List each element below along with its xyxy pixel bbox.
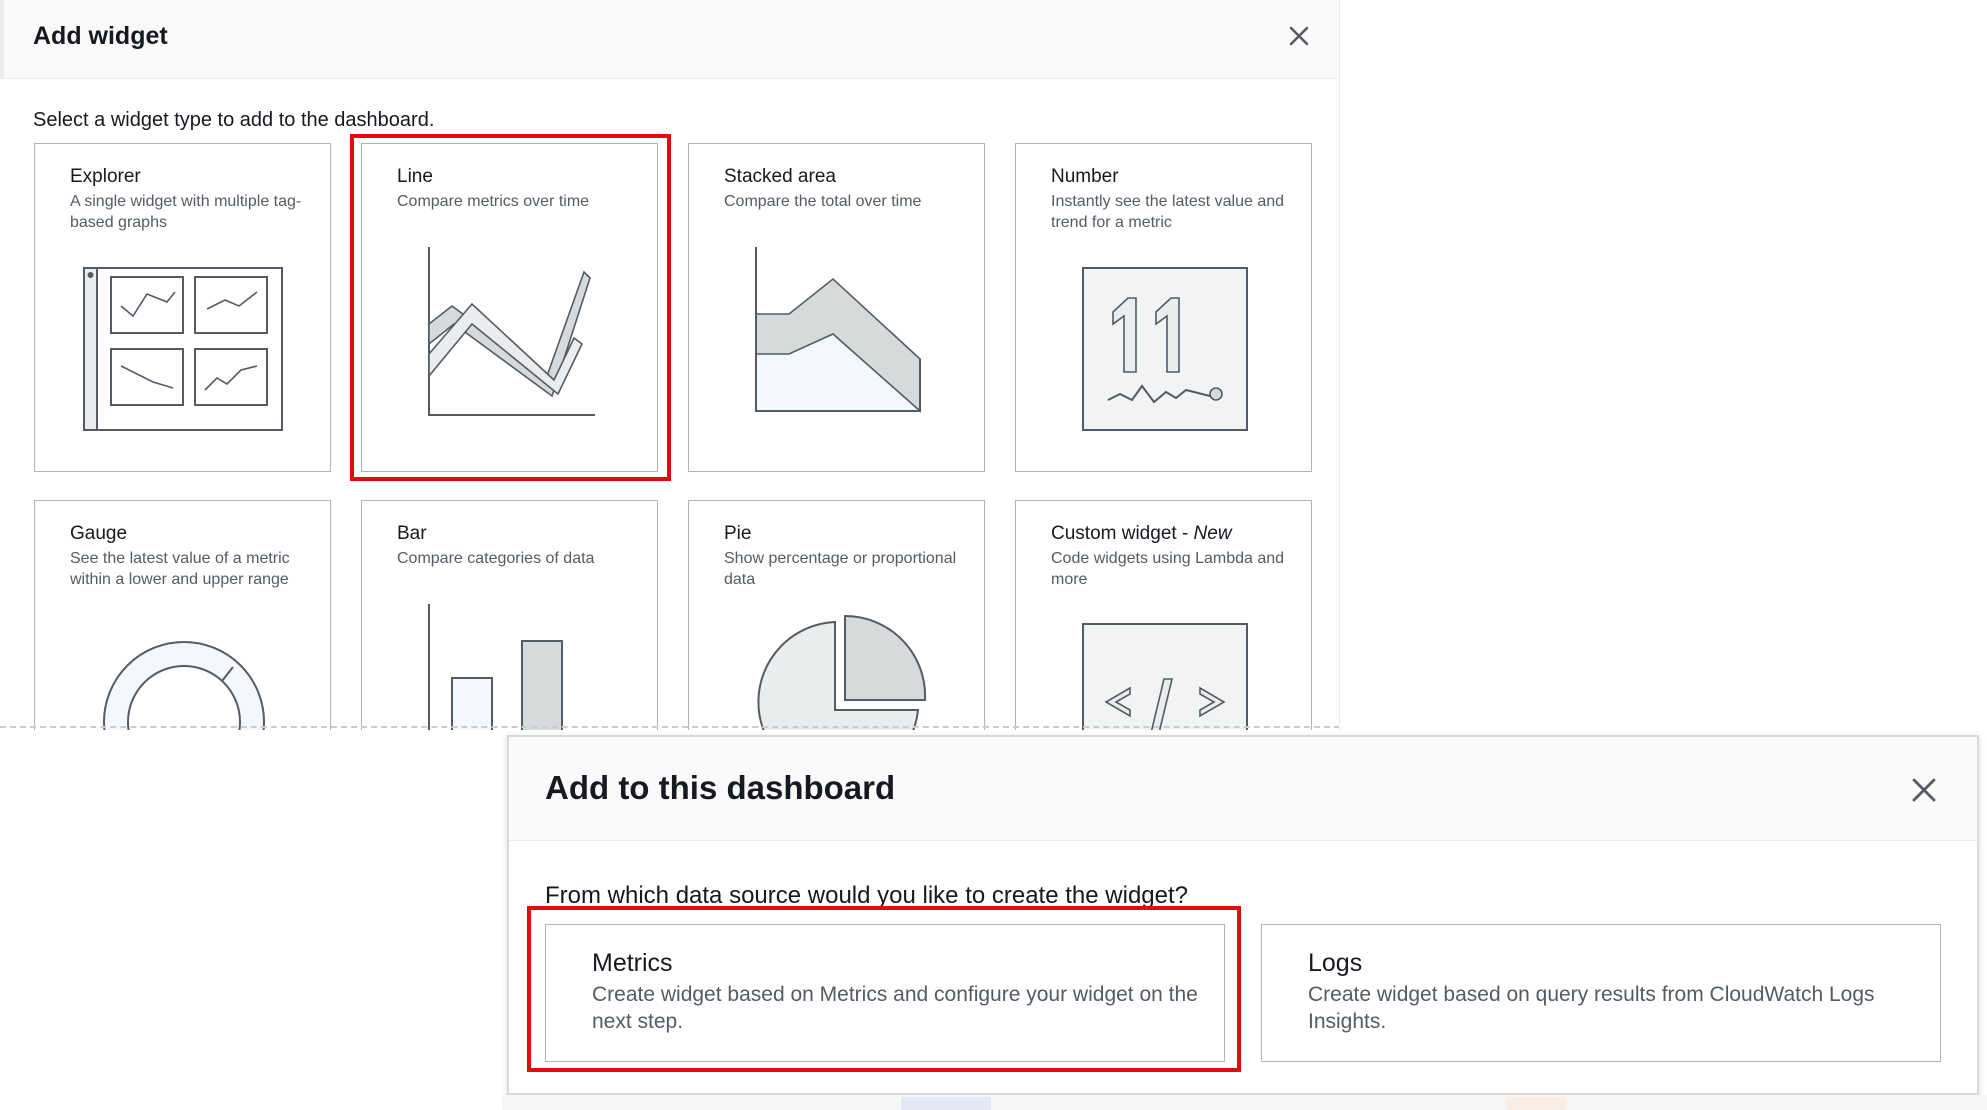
add-widget-title: Add widget (33, 22, 168, 50)
code-icon (1082, 623, 1248, 730)
close-icon[interactable] (1285, 22, 1313, 50)
data-source-title: Logs (1308, 949, 1363, 977)
add-to-dashboard-dialog: Add to this dashboard From which data so… (507, 735, 1979, 1095)
data-source-question: From which data source would you like to… (545, 882, 1188, 909)
data-source-description: Create widget based on Metrics and confi… (592, 983, 1198, 1033)
stacked-area-icon (755, 247, 921, 413)
add-to-dashboard-header: Add to this dashboard (509, 737, 1977, 841)
widget-card-explorer[interactable]: Explorer A single widget with multiple t… (34, 143, 331, 472)
number-icon (1082, 267, 1248, 431)
data-source-description: Create widget based on query results fro… (1308, 983, 1875, 1033)
data-source-logs[interactable]: Logs Create widget based on query result… (1261, 924, 1941, 1062)
data-source-metrics[interactable]: Metrics Create widget based on Metrics a… (545, 924, 1225, 1062)
explorer-grid-icon (83, 267, 283, 431)
close-icon[interactable] (1909, 775, 1939, 805)
widget-card-pie[interactable]: Pie Show percentage or proportional data (688, 500, 985, 730)
add-to-dashboard-title: Add to this dashboard (545, 769, 896, 806)
widget-card-stacked-area[interactable]: Stacked area Compare the total over time (688, 143, 985, 472)
add-widget-header: Add widget (0, 0, 1339, 79)
bar-chart-icon (428, 604, 563, 730)
pie-chart-icon (757, 614, 927, 730)
line-chart-icon (428, 247, 595, 416)
widget-card-number[interactable]: Number Instantly see the latest value an… (1015, 143, 1312, 472)
widget-card-line[interactable]: Line Compare metrics over time (361, 143, 658, 472)
widget-type-grid: Explorer A single widget with multiple t… (0, 140, 1339, 730)
widget-card-custom[interactable]: Custom widget - New Code widgets using L… (1015, 500, 1312, 730)
widget-card-bar[interactable]: Bar Compare categories of data (361, 500, 658, 730)
gauge-icon (103, 641, 265, 730)
background-strip (502, 1095, 1987, 1110)
scroll-cutoff (0, 726, 1339, 730)
data-source-title: Metrics (592, 949, 673, 977)
add-widget-dialog: Add widget Select a widget type to add t… (0, 0, 1340, 730)
add-widget-instruction: Select a widget type to add to the dashb… (33, 109, 435, 131)
widget-card-gauge[interactable]: Gauge See the latest value of a metric w… (34, 500, 331, 730)
